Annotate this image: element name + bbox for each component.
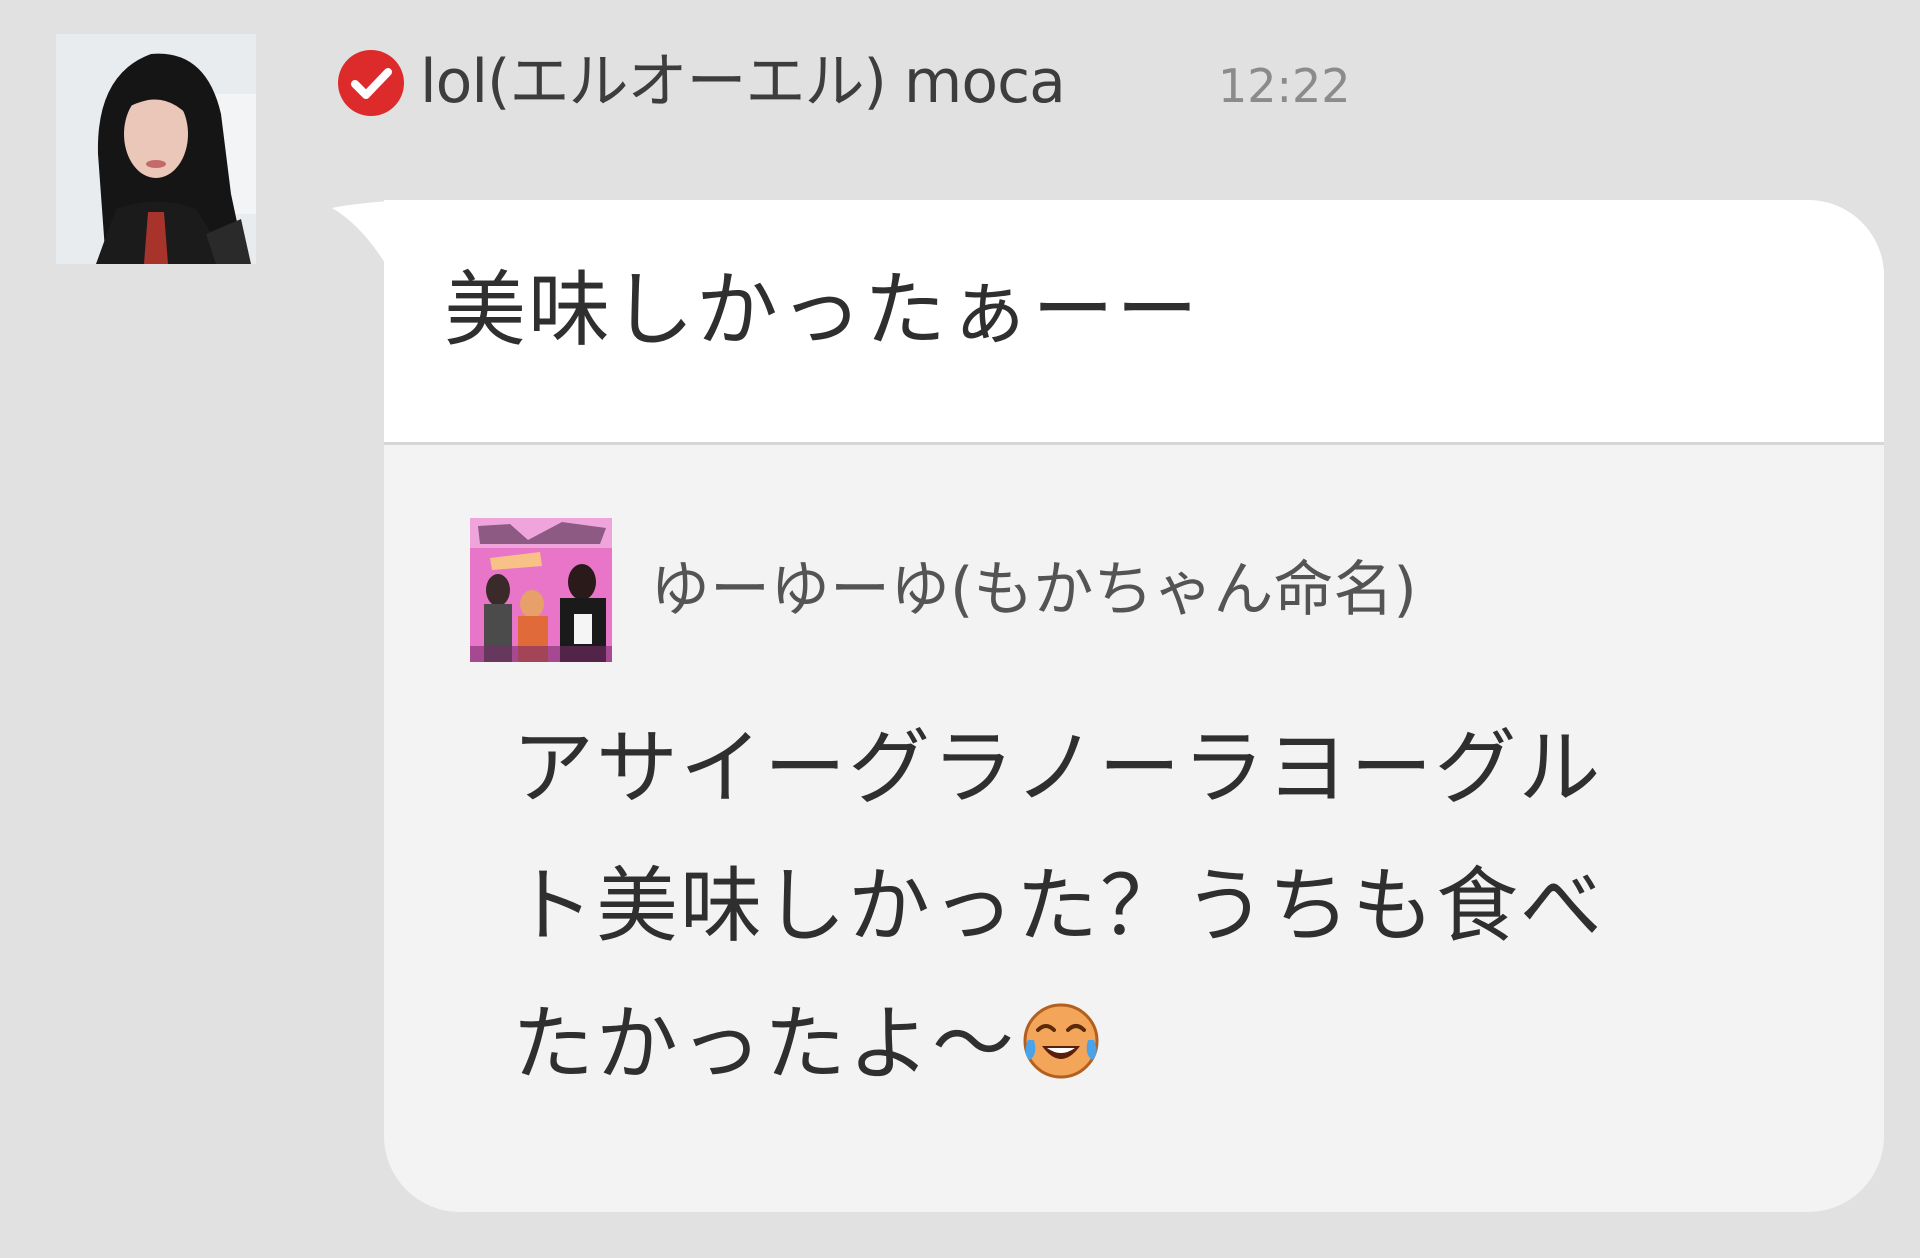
quoted-line: アサイーグラノーラヨーグル <box>512 721 1603 816</box>
crying-laughing-emoji-icon <box>1023 1003 1099 1079</box>
moca-lol-thumbnail-icon <box>470 518 612 662</box>
sender-avatar[interactable] <box>56 34 256 264</box>
message-timestamp: 12:22 <box>1218 59 1351 113</box>
quoted-line: ト美味しかった？うちも食べ <box>512 859 1605 954</box>
sender-name[interactable]: lol(エルオーエル) moca <box>420 40 1066 124</box>
message-body: 美味しかったぁーー <box>384 200 1884 445</box>
quote-author-name[interactable]: ゆーゆーゆ(もかちゃん命名) <box>650 542 1417 638</box>
quoted-line-last: たかったよ〜 <box>512 976 1772 1114</box>
quoted-message: アサイーグラノーラヨーグル ト美味しかった？うちも食べ たかったよ〜 <box>512 700 1772 1114</box>
quote-author-avatar[interactable] <box>470 518 612 662</box>
chat-screen: lol(エルオーエル) moca 12:22 美味しかったぁーー ゆーゆーゆ(も… <box>0 0 1920 1258</box>
profile-photo-icon <box>56 34 256 264</box>
message-bubble[interactable]: 美味しかったぁーー ゆーゆーゆ(もかちゃん命名) アサイーグラノーラヨーグル ト… <box>384 200 1884 1212</box>
quoted-line-text: たかったよ〜 <box>512 997 1017 1092</box>
verified-check-icon <box>336 48 406 118</box>
message-text: 美味しかったぁーー <box>444 263 1201 358</box>
